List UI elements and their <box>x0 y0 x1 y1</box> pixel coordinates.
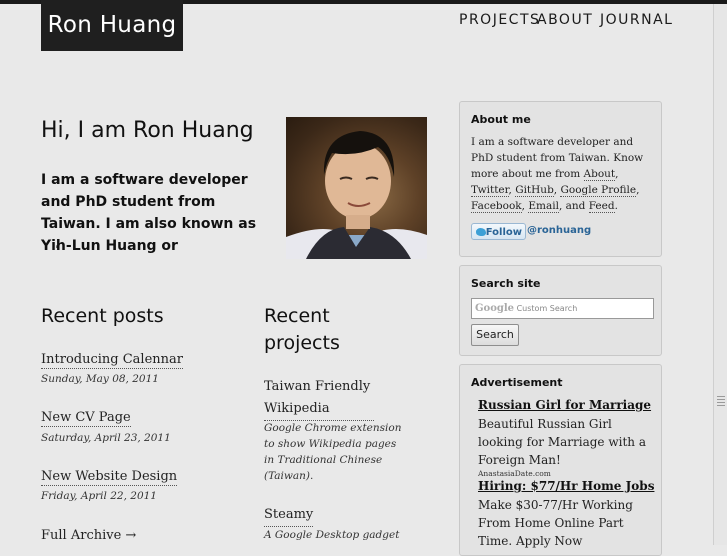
separator: , <box>615 168 619 180</box>
full-archive-link[interactable]: Full Archive → <box>41 528 136 543</box>
google-profile-link[interactable]: Google Profile <box>560 184 637 197</box>
separator: , and <box>558 200 586 212</box>
ad-body: Beautiful Russian Girl looking for Marri… <box>478 417 646 467</box>
google-logo: Google <box>475 303 515 314</box>
separator: , <box>636 184 640 196</box>
post-link[interactable]: New Website Design <box>41 469 178 486</box>
project-link[interactable]: Taiwan Friendly Wikipedia <box>264 376 374 421</box>
ad-title-link[interactable]: Russian Girl for Marriage <box>478 398 651 412</box>
github-link[interactable]: GitHub <box>515 184 554 197</box>
search-button[interactable]: Search <box>471 324 519 346</box>
about-text: I am a software developer and PhD studen… <box>471 134 651 214</box>
vertical-scrollbar[interactable] <box>713 4 727 545</box>
about-heading: About me <box>471 113 531 126</box>
separator: , <box>521 200 525 212</box>
ad-title-link[interactable]: Hiring: $77/Hr Home Jobs <box>478 479 654 493</box>
intro-text: I am a software developer and PhD studen… <box>41 172 257 254</box>
search-placeholder: Custom Search <box>516 304 578 313</box>
twitter-follow-button[interactable]: Follow <box>471 223 526 240</box>
about-link[interactable]: About <box>583 168 616 181</box>
nav-about[interactable]: ABOUT <box>537 12 593 28</box>
ad-url[interactable]: AnastasiaDate.com <box>478 469 551 478</box>
ad-body: Make $30-77/Hr Working From Home Online … <box>478 498 633 548</box>
post-link[interactable]: Introducing Calennar <box>41 352 183 369</box>
separator: . <box>614 200 618 212</box>
ad-heading: Advertisement <box>471 376 563 389</box>
project-description: A Google Desktop gadget <box>264 529 400 541</box>
recent-posts-heading: Recent posts <box>41 305 164 327</box>
nav-projects[interactable]: PROJECTS <box>459 12 540 28</box>
recent-projects-heading: Recent projects <box>264 305 340 354</box>
twitter-bird-icon <box>476 228 486 236</box>
search-input[interactable]: Google Custom Search <box>471 298 654 319</box>
project-link[interactable]: Steamy <box>264 504 314 527</box>
email-link[interactable]: Email <box>528 200 559 213</box>
profile-photo <box>286 117 427 259</box>
twitter-link[interactable]: Twitter <box>471 184 509 197</box>
search-box: Search site Google Custom Search Search <box>459 265 662 356</box>
post-link[interactable]: New CV Page <box>41 410 131 427</box>
project-description: Google Chrome extension to show Wikipedi… <box>264 422 402 482</box>
post-date: Friday, April 22, 2011 <box>41 490 157 502</box>
scrollbar-grip-icon[interactable] <box>717 396 725 408</box>
separator: , <box>508 184 512 196</box>
post-date: Sunday, May 08, 2011 <box>41 373 159 385</box>
intro-trail: . <box>55 236 61 252</box>
twitter-handle[interactable]: @ronhuang <box>527 225 591 236</box>
search-heading: Search site <box>471 277 541 290</box>
nav-journal[interactable]: JOURNAL <box>600 12 673 28</box>
feed-link[interactable]: Feed <box>588 200 615 213</box>
facebook-link[interactable]: Facebook <box>471 200 522 213</box>
follow-label: Follow <box>485 227 522 238</box>
site-logo[interactable]: Ron Huang <box>41 0 183 51</box>
page-title: Hi, I am Ron Huang <box>41 118 254 143</box>
about-box: About me I am a software developer and P… <box>459 101 662 257</box>
post-date: Saturday, April 23, 2011 <box>41 432 171 444</box>
ad-box: Advertisement Russian Girl for Marriage … <box>459 364 662 556</box>
separator: , <box>553 184 558 196</box>
